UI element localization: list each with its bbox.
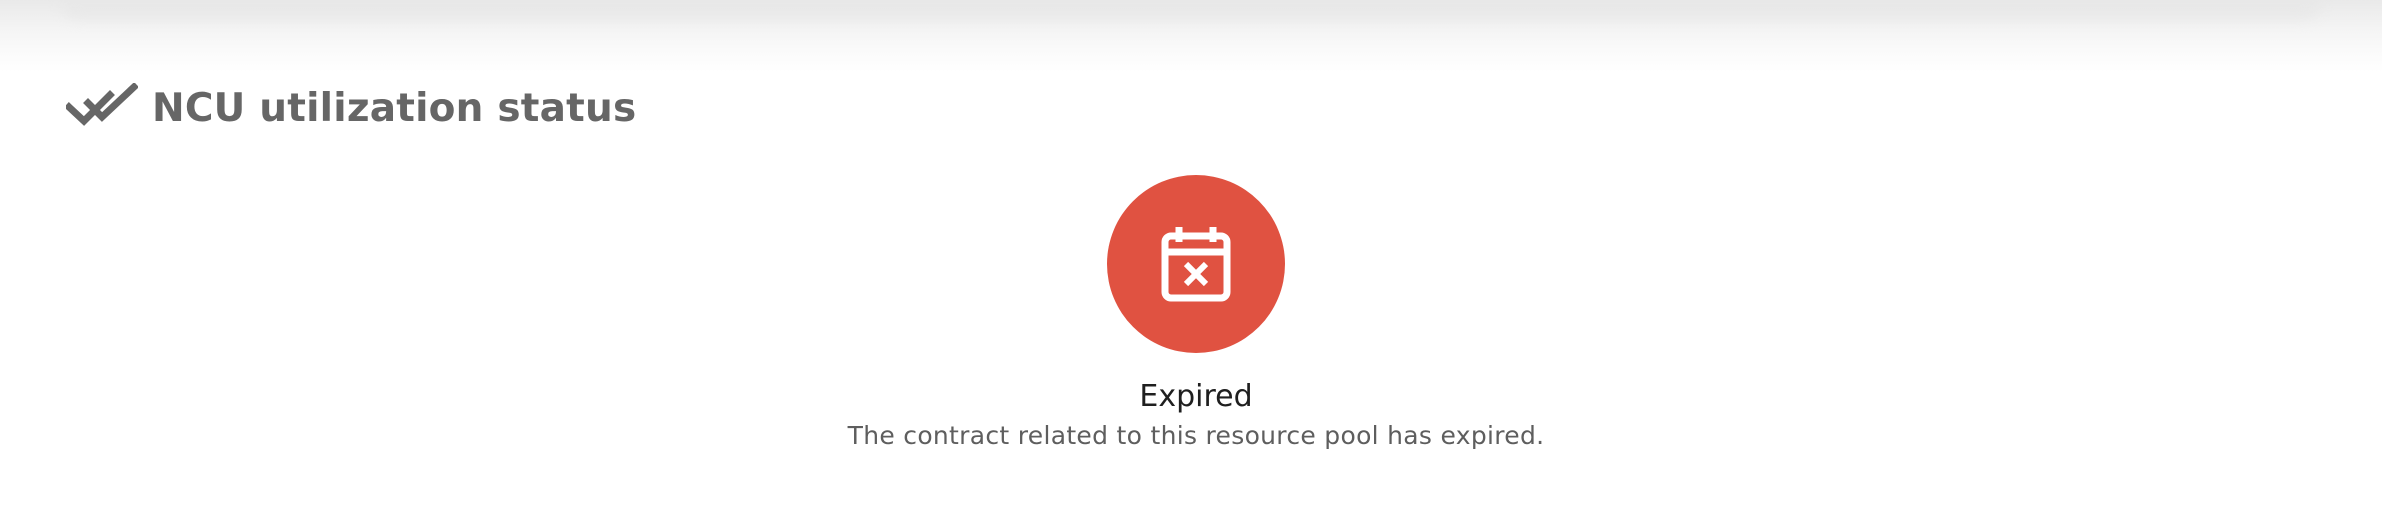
section-title: NCU utilization status [152,85,637,131]
double-check-icon [66,83,138,126]
status-indicator [1107,175,1285,353]
calendar-x-icon [1161,227,1231,302]
status-description: The contract related to this resource po… [847,421,1545,450]
top-bar-shadow [0,0,2382,72]
status-block: Expired The contract related to this res… [0,175,2382,453]
top-bar-shadow-inner [60,0,2322,20]
status-label: Expired [1139,379,1253,414]
section-header: NCU utilization status [66,78,636,138]
